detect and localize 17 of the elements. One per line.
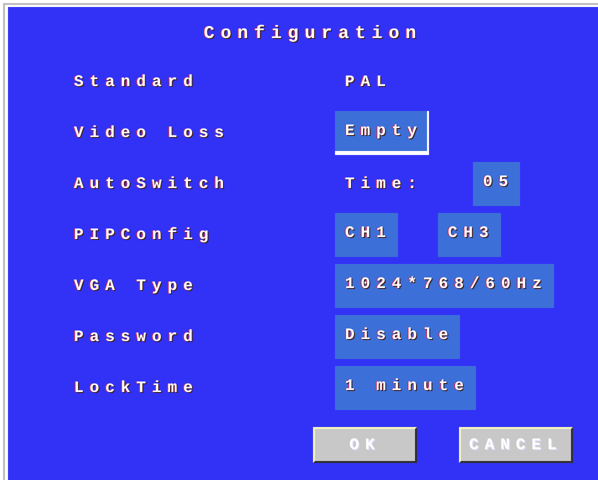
option-field[interactable]: Empty [335,110,430,154]
setting-label: Standard [73,72,200,92]
setting-label: VGA Type [73,276,200,296]
setting-label: Password [73,326,200,348]
panel-title: Configuration [204,23,422,46]
option-field[interactable]: 1 minute [335,366,476,410]
option-field[interactable]: CH3 [438,212,501,256]
setting-label: Video Loss [73,122,232,144]
option-field[interactable]: 05 [473,162,520,206]
setting-label: AutoSwitch [73,174,232,194]
value-text: Time: [344,174,424,194]
option-field[interactable]: 1024*768/60Hz [335,264,554,308]
setting-label: LockTime [73,378,200,398]
setting-label: PIPConfig [73,224,216,246]
value-text: PAL [344,72,393,92]
option-field[interactable]: Disable [335,314,460,358]
option-field[interactable]: CH1 [335,212,398,256]
